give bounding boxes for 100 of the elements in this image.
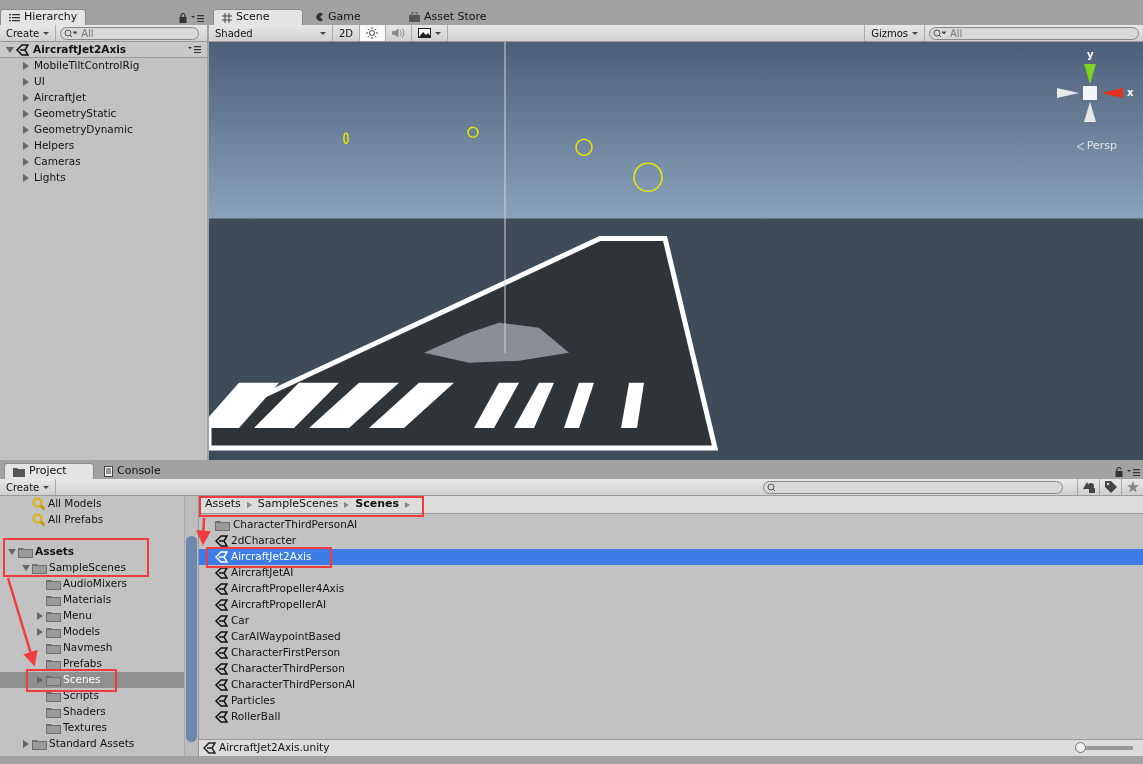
- collapsed-arrow-icon[interactable]: [23, 142, 29, 150]
- image-icon: [418, 28, 432, 38]
- favorite-item[interactable]: All Models: [0, 496, 184, 512]
- search-icon: [933, 28, 947, 38]
- asset-item[interactable]: CarAIWaypointBased: [199, 629, 1143, 645]
- menu-icon[interactable]: [191, 15, 204, 22]
- asset-item[interactable]: CharacterFirstPerson: [199, 645, 1143, 661]
- collapsed-arrow-icon[interactable]: [23, 94, 29, 102]
- hierarchy-item[interactable]: AircraftJet: [0, 90, 207, 106]
- folder-icon: [13, 466, 25, 477]
- annotation-arrow: [196, 517, 211, 546]
- folder-item[interactable]: Standard Assets: [0, 736, 184, 752]
- hierarchy-item[interactable]: MobileTiltControlRig: [0, 58, 207, 74]
- lock-icon[interactable]: [179, 13, 187, 23]
- tab[interactable]: Console: [96, 463, 186, 479]
- asset-item[interactable]: Car: [199, 613, 1143, 629]
- search-field[interactable]: All: [60, 26, 199, 40]
- folder-item[interactable]: AudioMixers: [0, 576, 184, 592]
- breadcrumb-link[interactable]: SampleScenes: [257, 496, 339, 513]
- search-icon: [767, 482, 776, 492]
- folder-item[interactable]: Assets: [0, 544, 184, 560]
- search-field[interactable]: [763, 480, 1063, 494]
- folder-icon: [18, 546, 33, 558]
- search-icon: [64, 28, 79, 38]
- icon-size-slider[interactable]: [1075, 742, 1133, 754]
- folder-icon: [32, 562, 47, 574]
- folder-item[interactable]: Scripts: [0, 688, 184, 704]
- favorite-item[interactable]: All Prefabs: [0, 512, 184, 528]
- folder-item[interactable]: SampleScenes: [0, 560, 184, 576]
- lighting-toggle[interactable]: [360, 25, 387, 41]
- hierarchy-item[interactable]: Cameras: [0, 154, 207, 170]
- hierarchy-item[interactable]: GeometryStatic: [0, 106, 207, 122]
- asset-item[interactable]: CharacterThirdPersonAI: [199, 517, 1143, 533]
- collapsed-arrow-icon[interactable]: [23, 126, 29, 134]
- expanded-arrow-icon[interactable]: [6, 46, 14, 53]
- unity-scene-icon: [16, 43, 29, 56]
- collapsed-arrow-icon[interactable]: [23, 158, 29, 166]
- folder-icon: [46, 674, 61, 686]
- tab[interactable]: Scene: [213, 9, 303, 25]
- asset-item[interactable]: CharacterThirdPersonAI: [199, 677, 1143, 693]
- lock-icon[interactable]: [1115, 467, 1123, 477]
- folder-item[interactable]: Materials: [0, 592, 184, 608]
- chevron-icon: [405, 501, 411, 508]
- asset-item[interactable]: AircraftPropeller4Axis: [199, 581, 1143, 597]
- create-dropdown[interactable]: Create: [0, 479, 57, 495]
- unity-scene-icon: [215, 535, 228, 547]
- collapsed-arrow-icon[interactable]: [23, 62, 29, 70]
- folder-icon: [32, 738, 47, 750]
- asset-item[interactable]: 2dCharacter: [199, 533, 1143, 549]
- hierarchy-item[interactable]: Helpers: [0, 138, 207, 154]
- collapsed-arrow-icon[interactable]: [23, 78, 29, 86]
- unity-scene-icon: [215, 631, 228, 643]
- folder-item[interactable]: Navmesh: [0, 640, 184, 656]
- scene-viewport-drawing[interactable]: [209, 42, 1143, 460]
- shading-dropdown[interactable]: Shaded: [209, 25, 333, 41]
- folder-item[interactable]: Textures: [0, 720, 184, 736]
- unity-scene-icon: [215, 599, 228, 611]
- menu-icon[interactable]: [1127, 469, 1140, 476]
- asset-item[interactable]: AircraftJet2Axis: [199, 549, 1143, 565]
- create-dropdown[interactable]: Create: [0, 25, 57, 41]
- folder-icon: [46, 578, 61, 590]
- hierarchy-item[interactable]: GeometryDynamic: [0, 122, 207, 138]
- scrollbar[interactable]: [184, 496, 198, 756]
- pacman-icon: [315, 12, 324, 22]
- collapsed-arrow-icon[interactable]: [23, 174, 29, 182]
- breadcrumb-link[interactable]: Assets: [205, 496, 241, 513]
- caret-icon: [43, 31, 50, 35]
- breadcrumb-link[interactable]: Scenes: [355, 496, 400, 513]
- gizmos-dropdown[interactable]: Gizmos: [864, 25, 925, 41]
- caret-icon: [912, 31, 918, 35]
- menu-icon[interactable]: [188, 46, 201, 53]
- collapsed-arrow-icon[interactable]: [23, 110, 29, 118]
- folder-item[interactable]: Shaders: [0, 704, 184, 720]
- asset-item[interactable]: CharacterThirdPerson: [199, 661, 1143, 677]
- hierarchy-tab[interactable]: Hierarchy: [0, 9, 87, 25]
- perspective-icon: [1075, 141, 1085, 151]
- caret-icon: [43, 485, 50, 489]
- sun-icon: [366, 27, 379, 39]
- unity-scene-icon: [215, 615, 228, 627]
- folder-icon: [46, 642, 61, 654]
- hierarchy-item[interactable]: Lights: [0, 170, 207, 186]
- tab[interactable]: Game: [307, 9, 397, 25]
- search-field[interactable]: All: [929, 26, 1139, 40]
- folder-item[interactable]: Models: [0, 624, 184, 640]
- caret-icon: [320, 31, 326, 35]
- asset-item[interactable]: Particles: [199, 693, 1143, 709]
- shopping-bag-icon: [409, 12, 420, 22]
- folder-icon: [46, 658, 61, 670]
- asset-item[interactable]: AircraftJetAI: [199, 565, 1143, 581]
- unity-scene-icon: [203, 742, 216, 754]
- scene-root-row[interactable]: AircraftJet2Axis: [0, 42, 207, 58]
- hierarchy-item[interactable]: UI: [0, 74, 207, 90]
- tab[interactable]: Asset Store: [401, 9, 495, 25]
- slider-thumb[interactable]: [1075, 742, 1086, 753]
- folder-item[interactable]: Prefabs: [0, 656, 184, 672]
- speaker-icon: [392, 27, 406, 39]
- tab[interactable]: Project: [4, 463, 94, 479]
- asset-item[interactable]: AircraftPropellerAI: [199, 597, 1143, 613]
- folder-item[interactable]: Menu: [0, 608, 184, 624]
- asset-item[interactable]: RollerBall: [199, 709, 1143, 725]
